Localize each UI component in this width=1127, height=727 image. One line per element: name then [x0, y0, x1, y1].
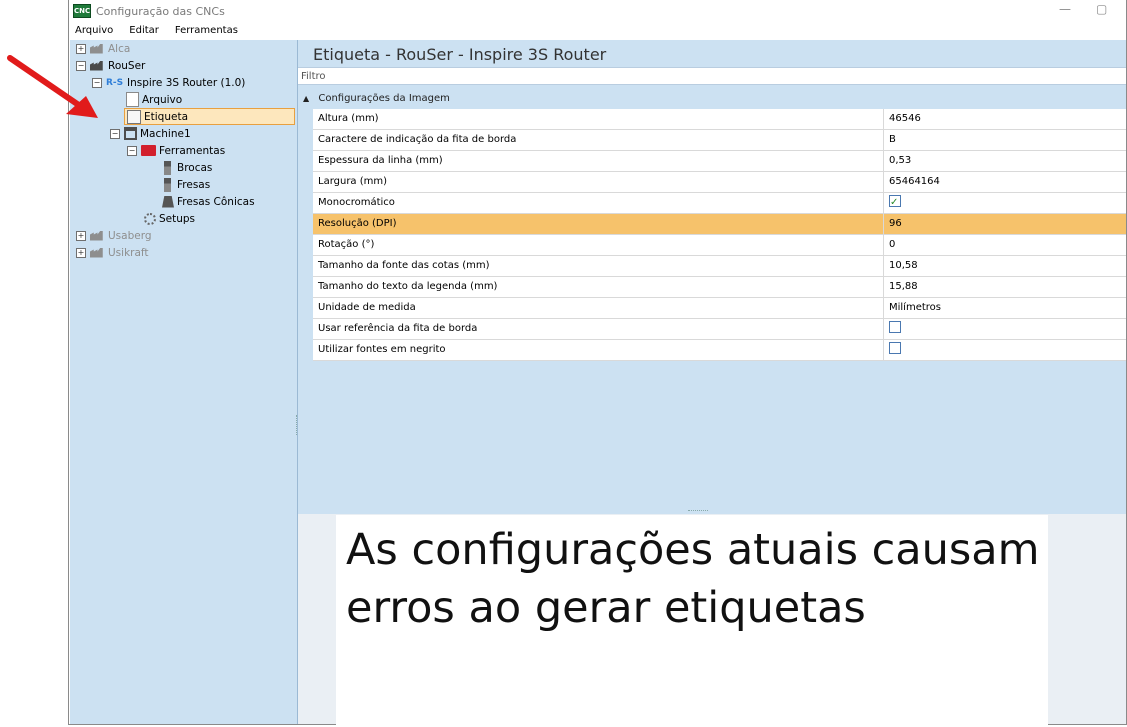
tree-item-label: Ferramentas [159, 144, 226, 157]
chevron-up-icon[interactable]: ▲ [303, 91, 309, 107]
property-row-fontes-negrito[interactable]: Utilizar fontes em negrito [313, 340, 1126, 361]
property-name: Resolução (DPI) [313, 214, 884, 234]
collapse-icon[interactable]: − [110, 128, 120, 139]
fontes-negrito-checkbox[interactable] [889, 342, 901, 354]
expand-icon[interactable]: + [76, 247, 86, 258]
property-value[interactable]: 46546 [884, 109, 1126, 129]
tree-item-label: Usaberg [108, 229, 152, 242]
property-row-fonte-cotas[interactable]: Tamanho da fonte das cotas (mm) 10,58 [313, 256, 1126, 277]
property-row-texto-legenda[interactable]: Tamanho do texto da legenda (mm) 15,88 [313, 277, 1126, 298]
property-name: Utilizar fontes em negrito [313, 340, 884, 360]
property-grid: Altura (mm) 46546 Caractere de indicação… [313, 109, 1126, 361]
tree-item-label: Etiqueta [144, 110, 188, 123]
cnc-app-icon: CNC [73, 4, 91, 18]
window-title: Configuração das CNCs [96, 4, 225, 18]
property-row-espessura[interactable]: Espessura da linha (mm) 0,53 [313, 151, 1126, 172]
error-callout: As configurações atuais causam erros ao … [336, 515, 1048, 725]
property-name: Tamanho do texto da legenda (mm) [313, 277, 884, 297]
document-icon [126, 92, 139, 107]
property-name: Caractere de indicação da fita de borda [313, 130, 884, 150]
property-value[interactable]: Milímetros [884, 298, 1126, 318]
tree-item-usaberg[interactable]: + Usaberg [76, 227, 152, 244]
tree-item-label: RouSer [108, 59, 146, 72]
property-row-largura[interactable]: Largura (mm) 65464164 [313, 172, 1126, 193]
minimize-icon[interactable]: — [1059, 2, 1071, 16]
property-name: Altura (mm) [313, 109, 884, 129]
property-value[interactable]: 96 [884, 214, 1126, 234]
tree-item-label: Arquivo [142, 93, 183, 106]
tree-item-label: Setups [159, 212, 196, 225]
property-value[interactable]: 0,53 [884, 151, 1126, 171]
property-value[interactable]: 15,88 [884, 277, 1126, 297]
tree-item-label: Inspire 3S Router (1.0) [127, 76, 246, 89]
property-name: Tamanho da fonte das cotas (mm) [313, 256, 884, 276]
property-name: Rotação (°) [313, 235, 884, 255]
gear-icon [144, 212, 156, 225]
referencia-fita-checkbox[interactable] [889, 321, 901, 333]
property-row-resolucao[interactable]: Resolução (DPI) 96 [313, 214, 1126, 235]
property-name: Largura (mm) [313, 172, 884, 192]
category-header[interactable]: ▲ Configurações da Imagem [298, 91, 1126, 107]
router-icon: R-S [106, 77, 124, 88]
property-name: Espessura da linha (mm) [313, 151, 884, 171]
tree-item-label: Fresas [177, 178, 211, 191]
property-value[interactable]: B [884, 130, 1126, 150]
menu-arquivo[interactable]: Arquivo [75, 25, 113, 36]
filter-input[interactable]: Filtro [298, 67, 1126, 85]
tree-item-label: Fresas Cônicas [177, 195, 255, 208]
red-arrow-annotation [7, 55, 98, 118]
monocromatico-checkbox[interactable] [889, 193, 901, 213]
tree-sidebar: + Alca − RouSer − R-S Inspire 3S Router … [70, 40, 298, 724]
property-name: Monocromático [313, 193, 884, 213]
tree-item-brocas[interactable]: Brocas [160, 159, 212, 176]
horizontal-splitter[interactable] [688, 510, 708, 513]
tree-item-etiqueta[interactable]: Etiqueta [124, 108, 295, 125]
expand-icon[interactable]: + [76, 230, 86, 241]
property-name: Usar referência da fita de borda [313, 319, 884, 339]
tree-item-label: Machine1 [140, 127, 191, 140]
property-row-unidade[interactable]: Unidade de medida Milímetros [313, 298, 1126, 319]
property-row-rotacao[interactable]: Rotação (°) 0 [313, 235, 1126, 256]
tree-item-label: Alca [108, 42, 131, 55]
tree-item-fresas-conicas[interactable]: Fresas Cônicas [162, 193, 255, 210]
tree-item-arquivo[interactable]: Arquivo [126, 91, 182, 108]
property-row-referencia-fita[interactable]: Usar referência da fita de borda [313, 319, 1126, 340]
property-value[interactable]: 0 [884, 235, 1126, 255]
drill-icon [164, 177, 171, 192]
menu-editar[interactable]: Editar [129, 25, 159, 36]
cone-icon [162, 195, 174, 208]
property-row-monocromatico[interactable]: Monocromático [313, 193, 1126, 214]
property-row-caractere[interactable]: Caractere de indicação da fita de borda … [313, 130, 1126, 151]
tree-item-machine1[interactable]: − Machine1 [110, 125, 191, 142]
collapse-icon[interactable]: − [127, 145, 137, 156]
toolbox-icon [141, 145, 156, 156]
property-name: Unidade de medida [313, 298, 884, 318]
drill-icon [164, 160, 171, 175]
factory-icon [90, 230, 103, 241]
menu-ferramentas[interactable]: Ferramentas [175, 25, 238, 36]
tree-item-label: Usikraft [108, 246, 149, 259]
label-icon [127, 109, 141, 124]
category-label: Configurações da Imagem [318, 93, 450, 104]
factory-icon [90, 247, 103, 258]
panel-title: Etiqueta - RouSer - Inspire 3S Router [313, 45, 607, 64]
tree-item-fresas[interactable]: Fresas [160, 176, 210, 193]
tree-item-usikraft[interactable]: + Usikraft [76, 244, 149, 261]
property-value[interactable]: 65464164 [884, 172, 1126, 192]
tree-item-setups[interactable]: Setups [144, 210, 195, 227]
machine-icon [124, 127, 137, 140]
tree-item-label: Brocas [177, 161, 213, 174]
title-bar: CNC Configuração das CNCs — ▢ [69, 0, 1126, 22]
tree-item-inspire-router[interactable]: − R-S Inspire 3S Router (1.0) [92, 74, 245, 91]
property-value[interactable]: 10,58 [884, 256, 1126, 276]
maximize-icon[interactable]: ▢ [1096, 2, 1107, 16]
property-row-altura[interactable]: Altura (mm) 46546 [313, 109, 1126, 130]
tree-item-ferramentas[interactable]: − Ferramentas [127, 142, 225, 159]
menu-bar: Arquivo Editar Ferramentas [69, 22, 1126, 38]
